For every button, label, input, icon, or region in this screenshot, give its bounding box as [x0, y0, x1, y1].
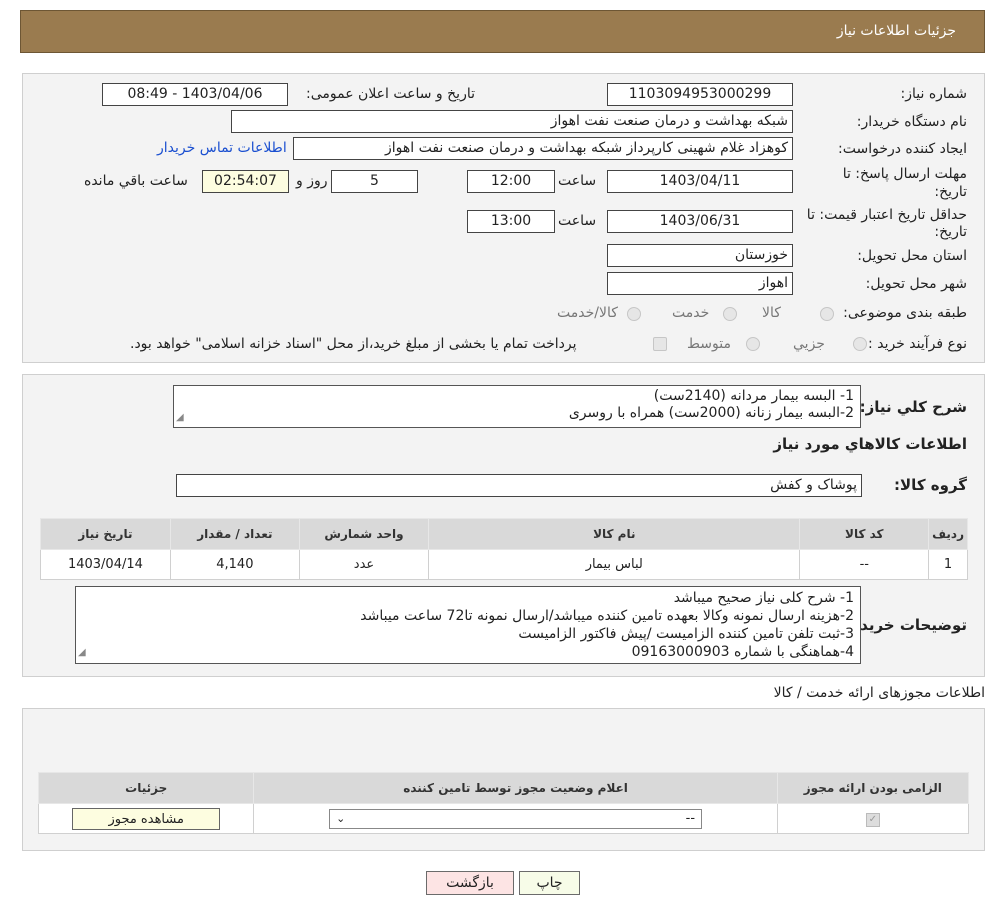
need-number-label: شماره نیاز:	[900, 86, 968, 102]
city-field: اهواز	[607, 272, 793, 295]
summary-line: 1- البسه بیمار مردانه (2140ست)	[653, 388, 854, 404]
city-label: شهر محل تحویل:	[865, 276, 967, 292]
announce-label: تاریخ و ساعت اعلان عمومی:	[306, 86, 475, 102]
validity-label-2: تاریخ:	[934, 224, 967, 240]
page-title: جزئیات اطلاعات نیاز	[836, 23, 956, 39]
permits-table-header: الزامی بودن ارائه مجوز اعلام وضعیت مجوز …	[37, 772, 970, 804]
note-line: 2-هزینه ارسال نمونه وکالا بعهده تامین کن…	[360, 608, 854, 624]
table-row: 1 -- لباس بیمار عدد 4,140 1403/04/14	[40, 549, 968, 580]
goods-code: --	[799, 549, 930, 580]
summary-textarea[interactable]: 1- البسه بیمار مردانه (2140ست) 2-البسه ب…	[173, 385, 861, 428]
need-number-field: 1103094953000299	[607, 83, 793, 106]
col-unit: واحد شمارش	[298, 518, 430, 550]
col-qty: تعداد / مقدار	[169, 518, 300, 550]
buyer-contact-link[interactable]: اطلاعات تماس خریدار	[157, 140, 287, 156]
deadline-date-field: 1403/04/11	[607, 170, 793, 193]
col-permit-required: الزامی بودن ارائه مجوز	[776, 772, 970, 804]
province-field: خوزستان	[607, 244, 793, 267]
permit-status-cell: ⌄ --	[253, 803, 778, 834]
note-line: 1- شرح کلی نیاز صحیح میباشد	[673, 590, 854, 606]
view-permit-button[interactable]: مشاهده مجوز	[72, 807, 221, 830]
category-label: طبقه بندی موضوعی:	[843, 305, 967, 321]
purchase-option-medium: متوسط	[687, 336, 731, 352]
purchase-radio-minor[interactable]	[853, 337, 867, 351]
purchase-type-label: نوع فرآیند خرید :	[868, 336, 967, 352]
category-option-goods: کالا	[762, 305, 781, 321]
creator-label: ایجاد کننده درخواست:	[838, 141, 967, 157]
goods-unit: عدد	[298, 549, 430, 580]
col-permit-status: اعلام وضعیت مجوز توسط تامین کننده	[253, 772, 778, 804]
goods-qty: 4,140	[169, 549, 300, 580]
deadline-label: مهلت ارسال پاسخ: تا	[842, 166, 967, 182]
goods-table-header: رديف کد کالا نام کالا واحد شمارش تعداد /…	[40, 518, 968, 550]
validity-time-label: ساعت	[558, 213, 597, 229]
days-label: روز و	[296, 173, 328, 189]
category-radio-goods-service[interactable]	[627, 307, 641, 321]
page-header: جزئیات اطلاعات نیاز	[20, 10, 985, 53]
summary-line: 2-البسه بیمار زنانه (2000ست) همراه با رو…	[568, 405, 854, 421]
treasury-checkbox[interactable]	[653, 337, 667, 351]
category-radio-goods[interactable]	[820, 307, 834, 321]
print-button[interactable]: چاپ	[519, 871, 580, 895]
goods-group-field: پوشاک و کفش	[176, 474, 862, 497]
announce-datetime-field: 1403/04/06 - 08:49	[102, 83, 288, 106]
remaining-time-field: 02:54:07	[202, 170, 289, 193]
remaining-days-field: 5	[331, 170, 418, 193]
resize-handle-icon[interactable]: ◢	[176, 409, 184, 426]
buyer-notes-textarea[interactable]: 1- شرح کلی نیاز صحیح میباشد 2-هزینه ارسا…	[75, 586, 861, 664]
goods-need-date: 1403/04/14	[40, 549, 171, 580]
province-label: استان محل تحویل:	[857, 248, 967, 264]
permit-status-select[interactable]: ⌄ --	[329, 808, 703, 829]
note-line: 3-ثبت تلفن تامین کننده الزامیست /پیش فاک…	[518, 626, 854, 642]
buyer-org-label: نام دستگاه خریدار:	[856, 114, 967, 130]
col-code: کد کالا	[799, 518, 930, 550]
purchase-option-minor: جزیي	[793, 336, 825, 352]
validity-label: حداقل تاریخ اعتبار قیمت: تا	[806, 207, 967, 223]
goods-info-title: اطلاعات کالاهاي مورد نياز	[773, 435, 967, 453]
back-button[interactable]: بازگشت	[426, 871, 514, 895]
deadline-label-2: تاریخ:	[934, 184, 967, 200]
creator-field: کوهزاد غلام شهینی کارپرداز شبکه بهداشت و…	[293, 137, 793, 160]
validity-date-field: 1403/06/31	[607, 210, 793, 233]
col-permit-details: جزئیات	[37, 772, 255, 804]
remaining-time-label: ساعت باقي مانده	[84, 173, 188, 189]
permit-details-cell: مشاهده مجوز	[37, 803, 255, 834]
purchase-radio-medium[interactable]	[746, 337, 760, 351]
permits-title: اطلاعات مجوزهای ارائه خدمت / کالا	[773, 685, 985, 701]
treasury-note: پرداخت تمام یا بخشی از مبلغ خرید،از محل …	[130, 336, 577, 352]
permit-status-value: --	[685, 811, 696, 826]
goods-table: رديف کد کالا نام کالا واحد شمارش تعداد /…	[40, 518, 968, 580]
category-radio-service[interactable]	[723, 307, 737, 321]
table-row: ✓ ⌄ -- مشاهده مجوز	[37, 803, 970, 834]
resize-handle-icon[interactable]: ◢	[78, 644, 86, 662]
permits-table: الزامی بودن ارائه مجوز اعلام وضعیت مجوز …	[37, 772, 970, 834]
note-line: 4-هماهنگی با شماره 09163000903	[631, 644, 854, 660]
summary-label: شرح کلي نياز:	[859, 398, 967, 416]
buyer-org-field: شبکه بهداشت و درمان صنعت نفت اهواز	[231, 110, 793, 133]
goods-group-label: گروه کالا:	[894, 476, 967, 494]
permit-required-checkbox[interactable]: ✓	[865, 812, 880, 827]
permit-required-cell: ✓	[776, 803, 970, 834]
category-option-goods-service: کالا/خدمت	[557, 305, 618, 321]
deadline-time-label: ساعت	[558, 173, 597, 189]
category-option-service: خدمت	[672, 305, 710, 321]
col-row: رديف	[928, 518, 968, 550]
col-date: تاريخ نياز	[40, 518, 171, 550]
goods-name: لباس بیمار	[428, 549, 801, 580]
col-name: نام کالا	[428, 518, 801, 550]
deadline-time-field: 12:00	[467, 170, 555, 193]
validity-time-field: 13:00	[467, 210, 555, 233]
chevron-down-icon: ⌄	[336, 812, 346, 825]
row-number: 1	[928, 549, 968, 580]
